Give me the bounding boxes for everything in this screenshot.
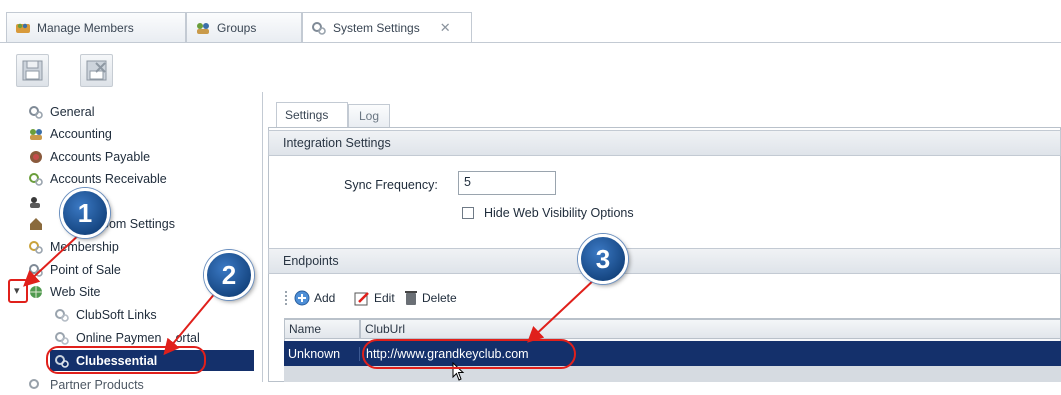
annotation-badge-3: 3 — [578, 234, 628, 284]
annotation-badge-2: 2 — [204, 250, 254, 300]
annotation-arrows — [23, 231, 597, 356]
annotation-badge-1: 1 — [60, 188, 110, 238]
